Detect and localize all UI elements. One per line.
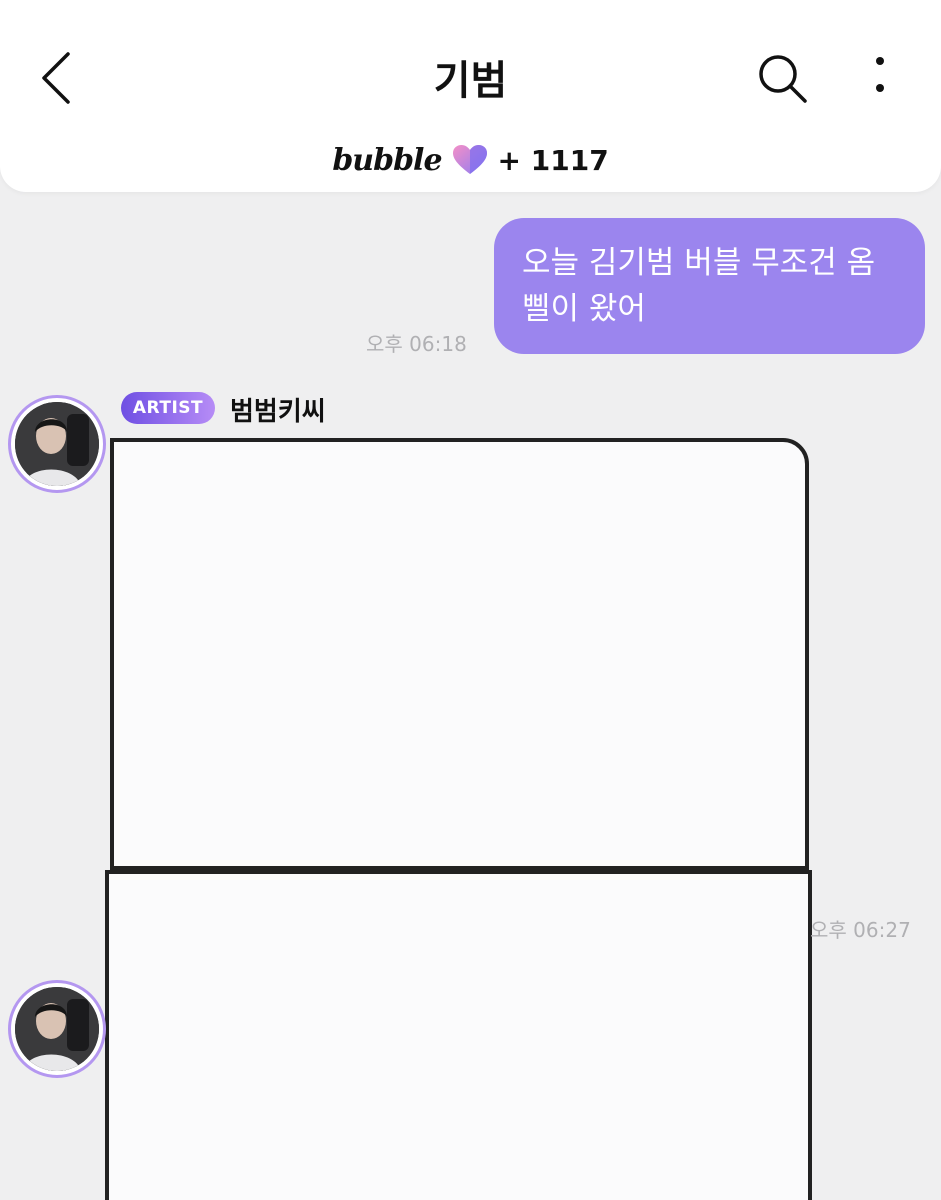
chat-screen: 기범 bubble + 1117 오늘 김기범 버블 무조건 옴 삘이 왔어 오… — [0, 0, 941, 1200]
message-line: 삘이 왔어 — [522, 291, 646, 327]
search-icon — [759, 55, 807, 103]
heart-icon — [452, 145, 487, 174]
search-button[interactable] — [752, 48, 812, 108]
artist-avatar[interactable] — [8, 395, 106, 493]
message-timestamp: 오후 06:27 — [810, 918, 911, 942]
subscription-info: bubble + 1117 — [0, 138, 941, 182]
artist-badge: ARTIST — [121, 392, 215, 424]
subscriber-count: + 1117 — [497, 143, 609, 177]
more-options-button[interactable] — [860, 48, 900, 108]
avatar-photo — [15, 402, 99, 486]
image-message[interactable] — [110, 438, 809, 870]
avatar-photo — [15, 987, 99, 1071]
image-message[interactable] — [105, 870, 812, 1200]
chat-header: 기범 bubble + 1117 — [0, 0, 941, 192]
outgoing-message-bubble[interactable]: 오늘 김기범 버블 무조건 옴 삘이 왔어 — [494, 218, 925, 354]
artist-avatar[interactable] — [8, 980, 106, 1078]
message-timestamp: 오후 06:18 — [366, 332, 467, 356]
more-vertical-icon — [876, 57, 884, 92]
message-line: 오늘 김기범 버블 무조건 옴 — [522, 245, 876, 281]
sender-name: 범범키씨 — [230, 397, 326, 427]
bubble-logo: bubble — [332, 142, 442, 178]
